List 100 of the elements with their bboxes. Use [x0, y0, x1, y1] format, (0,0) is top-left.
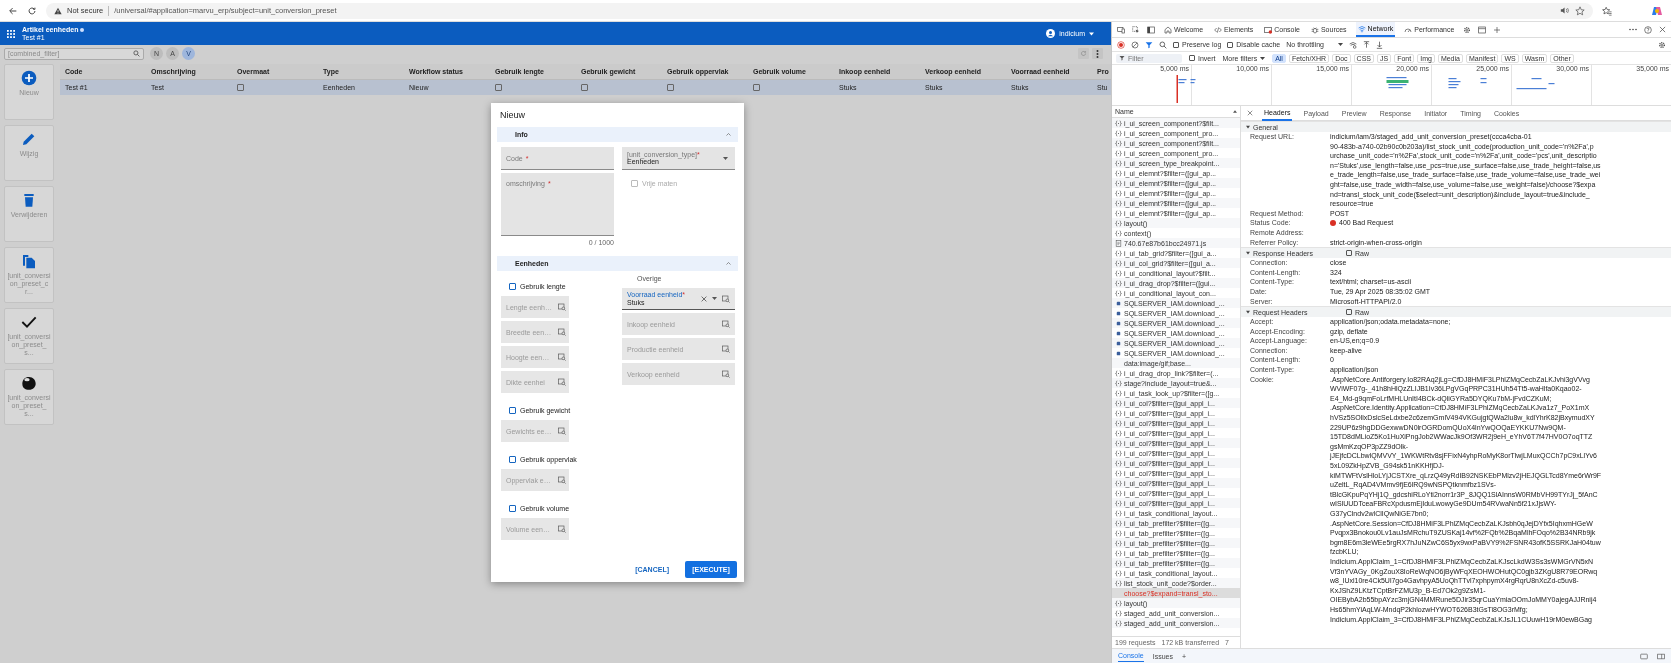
curly-braces-icon: [1115, 159, 1122, 167]
more-button[interactable]: [1092, 48, 1103, 59]
caret-icon: [1338, 43, 1343, 46]
plus-icon[interactable]: [1493, 25, 1502, 34]
checkbox[interactable]: [495, 84, 502, 91]
speaker-icon[interactable]: [1560, 6, 1570, 15]
inspect-icon[interactable]: [1132, 25, 1140, 34]
lookup-icon[interactable]: [722, 294, 730, 303]
clear-icon[interactable]: [701, 295, 707, 302]
caret-icon: [1089, 31, 1094, 36]
curly-braces-icon: [1115, 119, 1122, 127]
curly-braces-icon: [1115, 519, 1122, 527]
plus-circle-icon: [21, 70, 37, 86]
checkbox[interactable]: [509, 504, 516, 512]
curly-braces-icon: [1115, 539, 1122, 547]
chevron-up-icon: [726, 262, 731, 265]
curly-braces-icon: [1115, 259, 1122, 267]
checkbox[interactable]: [237, 84, 244, 91]
curly-braces-icon: [1115, 219, 1122, 227]
chevron-up-icon: [726, 133, 731, 136]
apps-grid-icon[interactable]: [7, 29, 15, 38]
status-dot-icon: [80, 27, 85, 32]
more-icon[interactable]: [1629, 28, 1637, 31]
copy-icon: [21, 253, 37, 269]
device-icon[interactable]: [1117, 25, 1125, 34]
issues-icon[interactable]: [1640, 652, 1648, 660]
lookup-icon[interactable]: [558, 427, 566, 435]
curly-braces-icon: [1115, 459, 1122, 467]
close-icon[interactable]: [1247, 110, 1253, 116]
checkbox[interactable]: [1189, 55, 1195, 61]
checkbox[interactable]: [509, 406, 516, 414]
lookup-icon[interactable]: [722, 320, 730, 328]
lookup-icon[interactable]: [722, 345, 730, 353]
lookup-icon[interactable]: [558, 303, 566, 311]
check-icon: [21, 314, 37, 330]
help-icon[interactable]: [1644, 25, 1652, 34]
checkbox[interactable]: [1346, 309, 1352, 316]
star-icon[interactable]: [1575, 5, 1585, 16]
network-settings-icon[interactable]: [1349, 40, 1357, 49]
sidebar-icon[interactable]: [1147, 25, 1155, 34]
curly-braces-icon: [1115, 449, 1122, 457]
curly-braces-icon: [1115, 389, 1122, 397]
lookup-icon[interactable]: [558, 525, 566, 533]
caret-icon[interactable]: [712, 297, 717, 300]
checkbox[interactable]: [581, 84, 588, 91]
curly-braces-icon: [1115, 609, 1122, 617]
bug-icon: [1310, 25, 1319, 34]
checkbox[interactable]: [509, 455, 516, 463]
lookup-icon[interactable]: [722, 370, 730, 378]
curly-braces-icon: [1115, 559, 1122, 567]
lookup-icon[interactable]: [558, 328, 566, 336]
curly-braces-icon: [1115, 189, 1122, 197]
search-icon[interactable]: [1159, 40, 1167, 49]
trash-icon: [21, 192, 37, 208]
curly-braces-icon: [1115, 619, 1122, 627]
caret-icon: [723, 157, 728, 160]
reload-icon[interactable]: [27, 5, 37, 16]
lookup-icon[interactable]: [558, 378, 566, 386]
curly-braces-icon: [1115, 279, 1122, 287]
triangle-down-icon: [1246, 310, 1250, 315]
checkbox[interactable]: [1227, 41, 1234, 48]
gear-icon[interactable]: [1658, 40, 1666, 49]
filter-icon[interactable]: [1145, 40, 1153, 49]
curly-braces-icon: [1115, 149, 1122, 157]
curly-braces-icon: [1115, 229, 1122, 237]
close-icon[interactable]: [1659, 26, 1666, 33]
download-icon[interactable]: [1376, 40, 1383, 49]
favorites-icon[interactable]: [1602, 5, 1612, 16]
curly-braces-icon: [1115, 439, 1122, 447]
curly-braces-icon: [1115, 379, 1122, 387]
curly-braces-icon: [1115, 269, 1122, 277]
triangle-down-icon: [1246, 251, 1250, 256]
curly-braces-icon: [1115, 429, 1122, 437]
clear-icon[interactable]: [1131, 40, 1139, 49]
curly-braces-icon: [1115, 419, 1122, 427]
dock-icon[interactable]: [1478, 25, 1487, 34]
warning-icon: [54, 6, 62, 15]
kebab-icon: [1096, 49, 1099, 58]
lookup-icon[interactable]: [558, 353, 566, 361]
curly-braces-icon: [1115, 599, 1122, 607]
dock-icon[interactable]: [1657, 652, 1665, 660]
checkbox[interactable]: [1346, 250, 1352, 257]
upload-icon[interactable]: [1363, 40, 1370, 49]
curly-braces-icon: [1115, 499, 1122, 507]
checkbox[interactable]: [667, 84, 674, 91]
sort-icon: [1233, 110, 1237, 113]
curly-braces-icon: [1115, 129, 1122, 137]
checkbox[interactable]: [509, 282, 516, 290]
record-icon[interactable]: [1117, 40, 1125, 49]
blob-icon: [21, 375, 37, 391]
checkbox[interactable]: [753, 84, 760, 91]
back-icon[interactable]: [8, 5, 18, 16]
lookup-icon[interactable]: [558, 476, 566, 484]
copilot-icon[interactable]: [1651, 4, 1663, 17]
user-icon: [1046, 29, 1056, 38]
curly-braces-icon: [1115, 289, 1122, 297]
curly-braces-icon: [1115, 489, 1122, 497]
checkbox[interactable]: [1173, 41, 1179, 48]
gear-icon[interactable]: [1463, 25, 1472, 34]
curly-braces-icon: [1115, 139, 1122, 147]
